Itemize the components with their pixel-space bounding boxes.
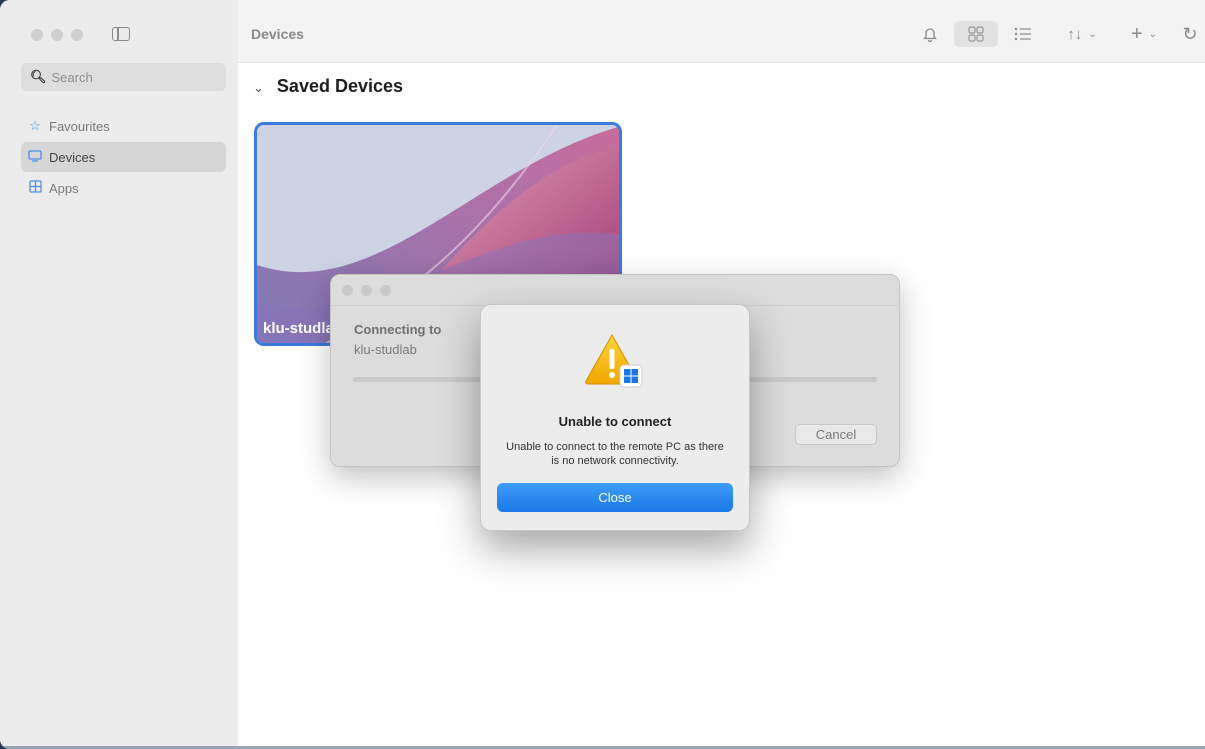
add-icon[interactable]: + ⌄	[1124, 21, 1164, 47]
error-alert: Unable to connect Unable to connect to t…	[480, 304, 750, 531]
sidebar-item-label: Favourites	[49, 118, 110, 134]
section-saved-devices[interactable]: ⌄ Saved Devices	[253, 76, 403, 97]
window-controls	[31, 29, 83, 41]
sidebar-item-devices[interactable]: Devices	[21, 142, 226, 172]
close-window-button[interactable]	[31, 29, 43, 41]
bell-icon[interactable]	[920, 21, 940, 47]
dialog-close-dot	[342, 285, 353, 296]
close-button[interactable]: Close	[497, 483, 733, 512]
refresh-icon[interactable]: ↻	[1180, 21, 1200, 47]
alert-title: Unable to connect	[558, 414, 672, 429]
search-field[interactable]: 🔍︎ Search	[21, 63, 226, 91]
minimize-window-button[interactable]	[51, 29, 63, 41]
chevron-down-icon: ⌄	[253, 80, 264, 95]
sidebar-item-favourites[interactable]: ☆ Favourites	[21, 111, 226, 141]
sidebar-item-label: Devices	[49, 149, 96, 165]
search-icon: 🔍︎	[30, 69, 47, 84]
search-placeholder: Search	[51, 69, 93, 85]
zoom-window-button[interactable]	[71, 29, 83, 41]
apps-grid-icon	[27, 180, 43, 196]
star-icon: ☆	[29, 118, 41, 133]
toolbar-title: Devices	[251, 26, 304, 42]
toolbar: Devices ↑↓ ⌄ + ⌄ ↻	[238, 0, 1205, 63]
sidebar-toggle-icon[interactable]	[112, 27, 130, 41]
app-window: 🔍︎ Search ☆ Favourites Devices Apps Devi…	[0, 0, 1205, 749]
monitor-icon	[27, 149, 43, 165]
connecting-label: Connecting to	[354, 322, 442, 337]
connecting-host: klu-studlab	[354, 342, 417, 357]
sidebar-nav: ☆ Favourites Devices Apps	[21, 111, 226, 204]
sort-icon[interactable]: ↑↓ ⌄	[1060, 21, 1104, 47]
sidebar-item-apps[interactable]: Apps	[21, 173, 226, 203]
sidebar: 🔍︎ Search ☆ Favourites Devices Apps	[0, 0, 239, 749]
warning-icon	[582, 331, 648, 391]
grid-view-icon[interactable]	[954, 21, 998, 47]
section-title: Saved Devices	[276, 76, 404, 96]
dialog-window-controls	[342, 285, 391, 296]
dialog-zoom-dot	[380, 285, 391, 296]
cancel-button[interactable]: Cancel	[795, 424, 877, 445]
list-view-icon[interactable]	[1012, 21, 1034, 47]
sidebar-item-label: Apps	[49, 180, 79, 196]
alert-message: Unable to connect to the remote PC as th…	[506, 441, 724, 467]
dialog-minimize-dot	[361, 285, 372, 296]
